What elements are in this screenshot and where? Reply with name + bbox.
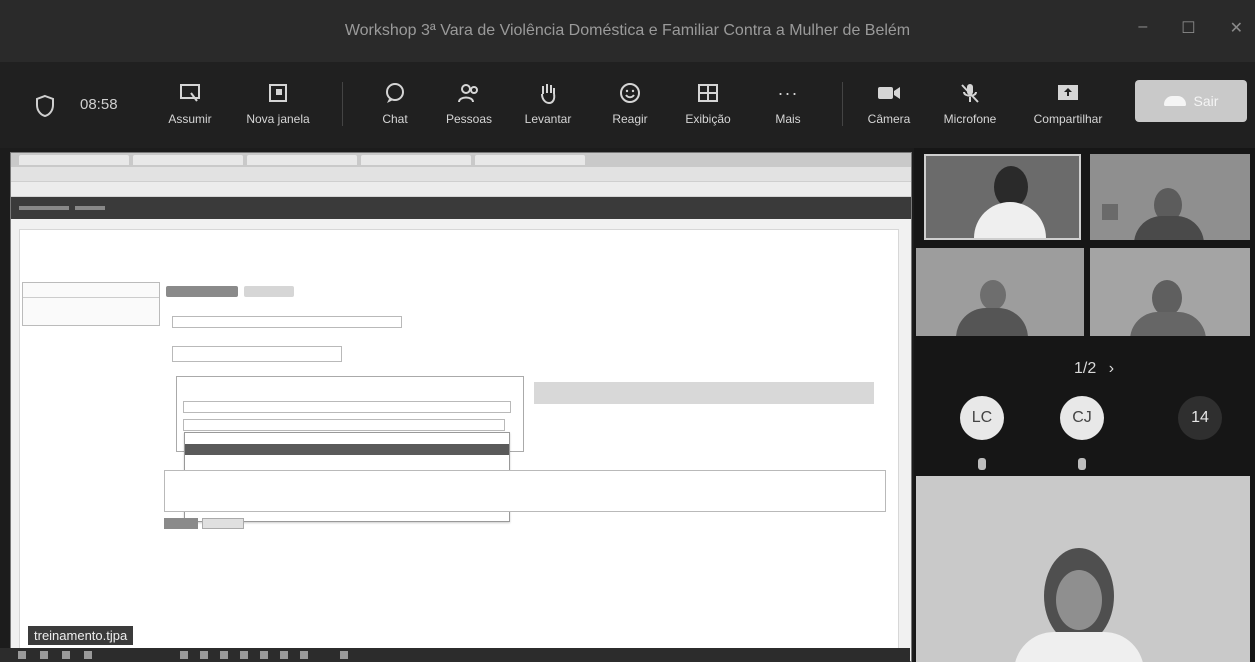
view-icon xyxy=(696,82,720,104)
more-icon: ··· xyxy=(777,82,799,103)
camera-button[interactable]: Câmera xyxy=(860,72,918,136)
raise-hand-button[interactable]: Levantar xyxy=(516,72,580,136)
gallery-pager[interactable]: 1/2 › xyxy=(1074,360,1114,378)
meeting-title: Workshop 3ª Vara de Violência Doméstica … xyxy=(344,22,911,39)
raise-hand-icon xyxy=(536,82,560,104)
self-video-tile[interactable] xyxy=(916,476,1250,662)
popup-search-input[interactable] xyxy=(183,419,505,431)
text-field[interactable] xyxy=(172,346,342,362)
microphone-label: Microfone xyxy=(943,112,997,126)
save-button[interactable] xyxy=(164,518,198,529)
watermark: treinamento.tjpa xyxy=(28,626,134,645)
dropdown-option-selected[interactable] xyxy=(185,444,509,455)
view-button[interactable]: Exibição xyxy=(676,72,740,136)
chat-label: Chat xyxy=(382,112,408,126)
select-field[interactable] xyxy=(172,316,402,328)
microphone-off-icon xyxy=(958,82,982,104)
more-label: Mais xyxy=(775,112,801,126)
os-taskbar xyxy=(0,648,910,662)
new-window-button[interactable]: Nova janela xyxy=(238,72,318,136)
browser-address-bar xyxy=(11,167,911,182)
leave-label: Sair xyxy=(1193,93,1219,109)
meeting-timer: 08:58 xyxy=(80,96,118,113)
video-tile[interactable] xyxy=(1090,154,1250,240)
microphone-button[interactable]: Microfone xyxy=(934,72,1006,136)
share-icon xyxy=(1056,82,1080,104)
avatar[interactable]: LC xyxy=(960,396,1004,440)
react-button[interactable]: Reagir xyxy=(600,72,660,136)
shield-icon[interactable] xyxy=(34,94,56,118)
share-label: Compartilhar xyxy=(1033,112,1103,126)
tab-inactive[interactable] xyxy=(244,286,294,297)
process-card xyxy=(22,282,160,326)
title-bar: Workshop 3ª Vara de Violência Doméstica … xyxy=(0,0,1255,62)
user-icon xyxy=(1102,204,1118,220)
dropdown-option[interactable] xyxy=(185,455,509,466)
avatar-initials: CJ xyxy=(1072,409,1092,426)
chat-button[interactable]: Chat xyxy=(368,72,422,136)
toolbar-divider xyxy=(342,82,343,126)
leave-button[interactable]: Sair xyxy=(1135,80,1247,122)
share-button[interactable]: Compartilhar xyxy=(1018,72,1118,136)
browser-tabs xyxy=(11,153,911,167)
textarea-field[interactable] xyxy=(164,470,886,512)
cancel-button[interactable] xyxy=(202,518,244,529)
chat-icon xyxy=(383,82,407,104)
people-icon xyxy=(457,82,481,104)
react-label: Reagir xyxy=(612,112,648,126)
view-label: Exibição xyxy=(685,112,731,126)
camera-icon xyxy=(877,82,901,104)
app-header xyxy=(11,197,911,219)
info-box xyxy=(534,382,874,404)
take-control-label: Assumir xyxy=(168,112,212,126)
close-icon[interactable]: ✕ xyxy=(1230,18,1243,38)
browser-bookmarks-bar xyxy=(11,182,911,197)
window-controls: – ☐ ✕ xyxy=(1138,18,1243,38)
people-label: Pessoas xyxy=(445,112,493,126)
react-icon xyxy=(618,82,642,104)
take-control-button[interactable]: Assumir xyxy=(160,72,220,136)
people-button[interactable]: Pessoas xyxy=(438,72,500,136)
microphone-icon xyxy=(1078,458,1086,470)
toolbar-divider xyxy=(842,82,843,126)
avatar[interactable]: CJ xyxy=(1060,396,1104,440)
video-tile[interactable] xyxy=(1090,248,1250,336)
more-participants-badge[interactable]: 14 xyxy=(1178,396,1222,440)
minimize-icon[interactable]: – xyxy=(1138,18,1147,38)
new-window-label: Nova janela xyxy=(246,112,310,126)
tab-active[interactable] xyxy=(166,286,238,297)
popup-select[interactable] xyxy=(183,401,511,413)
camera-label: Câmera xyxy=(867,112,911,126)
maximize-icon[interactable]: ☐ xyxy=(1181,18,1195,38)
phone-icon xyxy=(1163,96,1186,106)
overflow-count: 14 xyxy=(1191,409,1209,426)
avatar-initials: LC xyxy=(971,409,993,426)
dropdown-option[interactable] xyxy=(185,433,509,444)
video-tile[interactable] xyxy=(916,248,1084,336)
take-control-icon xyxy=(178,82,202,104)
more-button[interactable]: ··· Mais xyxy=(758,72,818,136)
raise-hand-label: Levantar xyxy=(524,112,572,126)
video-tile[interactable] xyxy=(924,154,1081,240)
page-indicator: 1/2 xyxy=(1074,360,1097,377)
new-window-icon xyxy=(266,82,290,104)
chevron-right-icon[interactable]: › xyxy=(1109,360,1114,377)
microphone-icon xyxy=(978,458,986,470)
